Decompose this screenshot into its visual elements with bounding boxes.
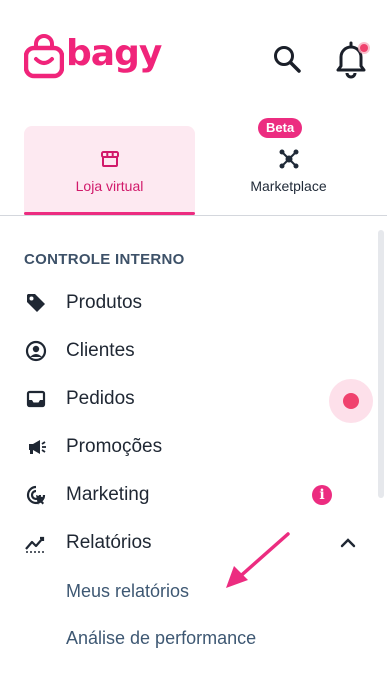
menu-item-pedidos[interactable]: Pedidos xyxy=(0,379,378,423)
tab-label: Marketplace xyxy=(250,178,327,194)
menu-label: Clientes xyxy=(66,340,135,361)
menu-label: Promoções xyxy=(66,436,163,457)
menu-item-promocoes[interactable]: Promoções xyxy=(0,427,378,467)
submenu-meus-relatorios[interactable]: Meus relatórios xyxy=(66,581,189,602)
user-circle-icon xyxy=(24,339,48,363)
menu-label: Relatórios xyxy=(66,532,152,553)
network-icon xyxy=(279,149,298,169)
scrollbar[interactable] xyxy=(378,230,384,498)
divider xyxy=(0,215,387,216)
tag-icon xyxy=(24,291,48,315)
menu-label: Produtos xyxy=(66,292,143,313)
pedidos-indicator xyxy=(329,379,373,423)
info-icon[interactable]: i xyxy=(312,485,332,505)
submenu-analise-performance[interactable]: Análise de performance xyxy=(66,628,256,649)
tab-marketplace[interactable]: Marketplace xyxy=(203,126,374,214)
tab-label: Loja virtual xyxy=(75,178,144,194)
menu-item-marketing[interactable]: Marketing i xyxy=(0,475,378,515)
tab-loja-virtual[interactable]: Loja virtual xyxy=(24,126,195,215)
menu-item-clientes[interactable]: Clientes xyxy=(0,331,378,371)
menu-label: Pedidos xyxy=(66,388,135,409)
inbox-icon xyxy=(24,387,48,411)
chevron-up-icon[interactable] xyxy=(340,537,356,549)
search-icon[interactable] xyxy=(271,42,303,76)
beta-badge: Beta xyxy=(258,118,303,138)
menu-item-relatorios[interactable]: Relatórios xyxy=(0,523,378,563)
megaphone-icon xyxy=(24,435,48,459)
logo-bag-icon xyxy=(24,34,64,79)
annotation-arrow-icon xyxy=(226,532,290,588)
storefront-icon xyxy=(100,151,119,167)
menu-item-produtos[interactable]: Produtos xyxy=(0,283,378,323)
chart-line-icon xyxy=(24,531,48,555)
cursor-click-icon xyxy=(24,483,48,507)
logo-text: bagy xyxy=(66,33,162,74)
section-title: CONTROLE INTERNO xyxy=(24,251,185,268)
menu-label: Marketing xyxy=(66,484,150,505)
bell-icon[interactable] xyxy=(332,40,370,80)
